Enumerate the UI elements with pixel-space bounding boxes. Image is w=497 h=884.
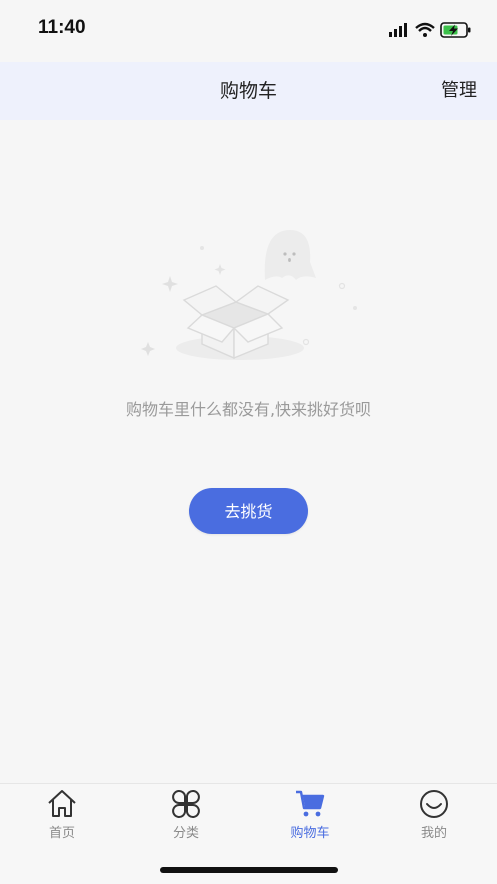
status-bar: 11:40: [0, 0, 497, 62]
home-indicator: [160, 867, 338, 873]
manage-button[interactable]: 管理: [441, 62, 477, 120]
tab-profile[interactable]: 我的: [394, 788, 474, 844]
empty-box-ghost-illustration: [130, 220, 370, 370]
cart-icon: [296, 790, 325, 817]
tab-label: 我的: [420, 826, 447, 841]
status-icons: [389, 20, 475, 40]
tab-category[interactable]: 分类: [146, 788, 226, 844]
battery-icon: [440, 22, 471, 38]
empty-cart-message: 购物车里什么都没有,快来挑好货呗: [125, 400, 372, 419]
home-icon: [48, 790, 76, 817]
wifi-icon: [415, 22, 435, 37]
signal-icon: [389, 23, 407, 37]
tab-home[interactable]: 首页: [22, 788, 102, 844]
go-shopping-button[interactable]: 去挑货: [189, 488, 308, 534]
category-icon: [172, 790, 200, 818]
status-time: 11:40: [38, 17, 86, 38]
tab-cart[interactable]: 购物车: [270, 788, 350, 844]
tab-label: 分类: [172, 826, 199, 841]
tab-label: 首页: [48, 826, 75, 841]
tab-label: 购物车: [290, 826, 330, 841]
page-title: 购物车: [219, 80, 277, 102]
profile-icon: [420, 790, 448, 818]
nav-bar: 购物车 管理: [0, 62, 497, 120]
